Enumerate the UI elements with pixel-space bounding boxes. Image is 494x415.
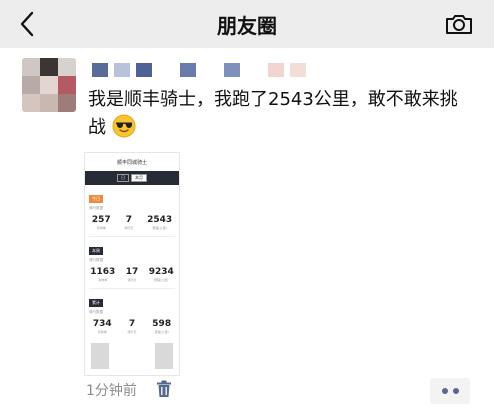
image-stat: 1163 有效单	[90, 267, 115, 282]
image-stats-row: 1163 有效单 17 骑行天 9234 里程(公里)	[85, 267, 179, 282]
image-section-sub: 骑行数据	[89, 206, 103, 210]
blurred-area	[155, 343, 173, 369]
stat-label: 有效单	[97, 330, 107, 334]
image-stat: 7 骑行天	[124, 215, 133, 230]
stat-value: 598	[152, 319, 172, 329]
stat-value: 1163	[90, 267, 116, 277]
stat-label: 有效单	[98, 278, 108, 282]
chevron-left-icon	[20, 11, 34, 37]
page-title: 朋友圈	[217, 13, 277, 38]
top-bar: 朋友圈	[0, 0, 494, 48]
image-tab: 本月	[131, 174, 147, 182]
image-stat: 17 骑行天	[126, 267, 139, 282]
image-stat: 257 有效单	[92, 215, 111, 230]
stat-label: 骑行天	[127, 278, 137, 282]
image-section-sub: 骑行数据	[89, 310, 103, 314]
stat-label: 里程(公里)	[154, 278, 169, 282]
more-dots-icon	[452, 388, 459, 394]
image-stat: 2543 里程(公里)	[147, 215, 172, 230]
image-tab: 日	[117, 174, 129, 182]
image-stats-row: 257 有效单 7 骑行天 2543 里程(公里)	[85, 215, 179, 230]
stat-value: 734	[92, 319, 112, 329]
attached-image[interactable]: 顺丰同城骑士 日 本月 今日 骑行数据 257 有效单 7 骑行天 2543 里…	[84, 152, 180, 376]
image-stat: 7 骑行天	[127, 319, 136, 334]
stat-label: 有效单	[96, 226, 106, 230]
image-section-chip: 累计	[89, 299, 103, 307]
image-tab-bar: 日 本月	[85, 171, 179, 185]
stat-label: 骑行天	[127, 330, 137, 334]
sunglasses-emoji-icon	[112, 114, 136, 147]
delete-button[interactable]	[156, 380, 172, 402]
divider	[89, 288, 175, 289]
camera-button[interactable]	[442, 8, 476, 40]
image-section-sub: 骑行数据	[89, 258, 103, 262]
image-stat: 9234 里程(公里)	[149, 267, 174, 282]
avatar[interactable]	[22, 58, 76, 112]
stat-value: 257	[91, 215, 111, 225]
post-text: 我是顺丰骑士，我跑了2543公里，敢不敢来挑战	[88, 86, 468, 147]
image-section-chip: 本周	[89, 247, 103, 255]
stat-value: 7	[125, 215, 132, 225]
post-timestamp: 1分钟前	[86, 383, 137, 399]
post-body: 我是顺丰骑士，我跑了2543公里，敢不敢来挑战	[88, 89, 458, 138]
image-stat: 598 里程(公里)	[152, 319, 171, 334]
more-dots-icon	[441, 388, 448, 394]
image-stat: 734 有效单	[93, 319, 112, 334]
stat-label: 骑行天	[124, 226, 134, 230]
back-button[interactable]	[12, 8, 42, 40]
stat-value: 9234	[148, 267, 174, 277]
camera-icon	[446, 15, 472, 34]
stat-value: 2543	[147, 215, 173, 225]
trash-icon	[157, 380, 171, 397]
stat-label: 里程(公里)	[154, 330, 169, 334]
divider	[89, 236, 175, 237]
image-section-chip: 今日	[89, 195, 103, 203]
stat-value: 7	[128, 319, 136, 329]
author-name[interactable]	[92, 62, 306, 78]
stat-label: 里程(公里)	[152, 226, 167, 230]
image-title: 顺丰同城骑士	[116, 160, 147, 166]
stat-value: 17	[125, 267, 139, 277]
blurred-area	[91, 343, 109, 369]
more-actions-button[interactable]	[430, 378, 470, 404]
image-stats-row: 734 有效单 7 骑行天 598 里程(公里)	[85, 319, 179, 334]
